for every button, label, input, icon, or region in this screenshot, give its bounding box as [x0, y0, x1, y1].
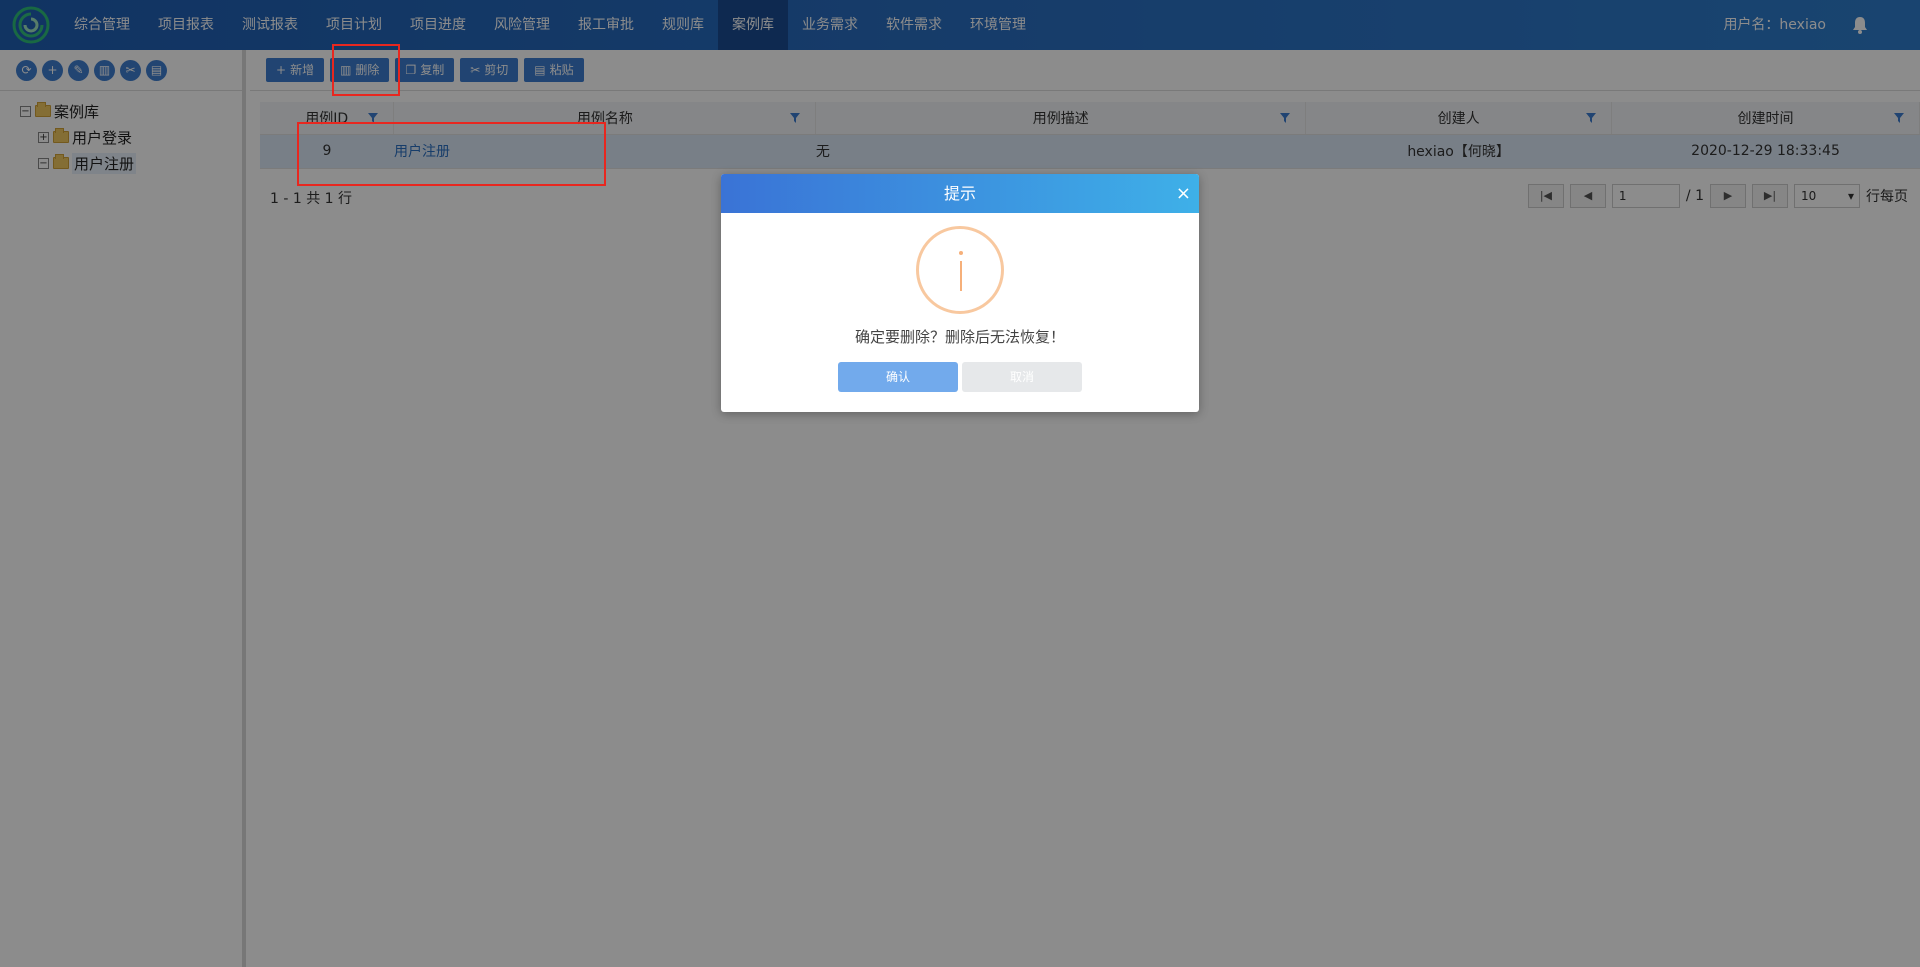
highlight-delete-button — [332, 44, 400, 96]
info-icon — [916, 226, 1004, 314]
info-dot — [959, 251, 963, 255]
dialog-title: 提示 — [943, 184, 976, 203]
close-icon[interactable]: × — [1176, 174, 1191, 213]
info-bar — [960, 261, 962, 291]
confirm-dialog: 提示 × 确定要删除？删除后无法恢复！ 确认 取消 — [721, 174, 1199, 412]
confirm-button[interactable]: 确认 — [838, 362, 958, 392]
highlight-table-row — [297, 122, 606, 186]
dialog-message: 确定要删除？删除后无法恢复！ — [854, 328, 1065, 346]
modal-overlay — [0, 0, 1920, 967]
cancel-button[interactable]: 取消 — [962, 362, 1082, 392]
dialog-header: 提示 × — [721, 174, 1199, 213]
